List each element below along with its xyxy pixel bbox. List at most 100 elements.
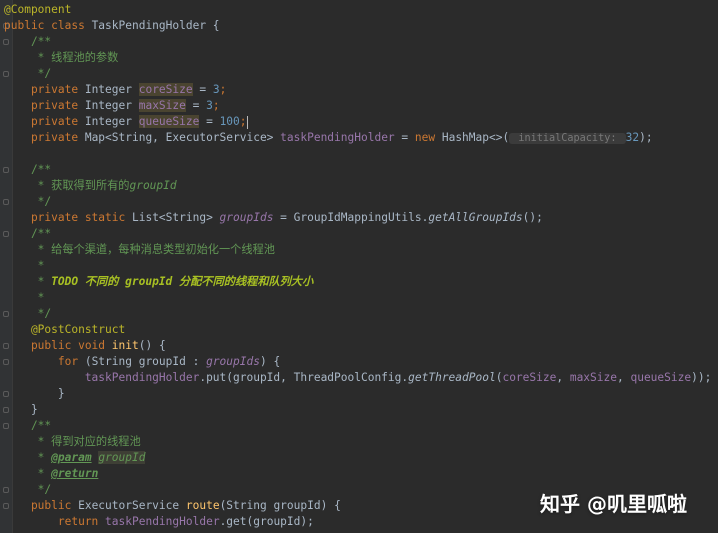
code-token: (String groupId) { [219,499,341,512]
code-token: coreSize [502,371,557,384]
code-token: */ [4,307,52,320]
code-line[interactable]: * @param groupId [4,450,146,466]
code-token: private [4,99,85,112]
code-token: ; [219,83,227,96]
code-token: taskPendingHolder [4,371,200,384]
code-token: @return [51,467,99,480]
code-token: /** [4,35,52,48]
code-line[interactable]: */ [4,194,51,210]
code-token: * 线程池的参数 [4,51,119,64]
code-token: */ [4,195,52,208]
code-token: groupId [98,451,146,464]
code-line[interactable]: public ExecutorService route(String grou… [4,498,341,514]
code-token: @param [51,451,92,464]
code-line[interactable]: * TODO 不同的 groupId 分配不同的线程和队列大小 [4,274,314,290]
code-token: taskPendingHolder [105,515,220,528]
code-line[interactable]: } [4,386,65,402]
code-token: queueSize [630,371,692,384]
code-token: /** [4,227,52,240]
code-token: * [4,275,52,288]
code-token: 32 [625,131,640,144]
code-token: route [185,499,220,512]
code-token: = [394,131,415,144]
code-token: * [4,259,45,272]
code-token: = [185,99,207,112]
code-token: } [4,403,38,416]
code-line[interactable]: * [4,258,45,274]
code-token: ExecutorService [78,499,186,512]
code-token: = [192,83,213,96]
text-caret [246,115,248,129]
code-token: * [4,467,52,480]
code-line[interactable]: * @return [4,466,99,482]
code-token: ; [212,99,220,112]
code-token: /** [4,419,52,432]
code-line[interactable]: * 得到对应的线程池 [4,434,141,450]
code-token: (); [522,211,543,224]
code-token: } [4,387,65,400]
code-token: Integer [84,115,139,128]
code-token: @PostConstruct [4,323,126,336]
code-token: */ [4,483,52,496]
code-line[interactable]: @PostConstruct [4,322,125,338]
code-line[interactable]: /** [4,418,51,434]
code-token: ); [639,131,653,144]
code-line[interactable]: private Map<String, ExecutorService> tas… [4,130,653,146]
code-token: .get(groupId); [219,515,314,528]
code-editor[interactable]: @Component public class TaskPendingHolder… [0,0,718,533]
code-token: public class [4,19,92,32]
code-line[interactable]: * 给每个渠道，每种消息类型初始化一个线程池 [4,242,275,258]
code-token: TODO 不同的 groupId 分配不同的线程和队列大小 [51,275,314,288]
code-token: @Component [4,3,72,16]
code-line[interactable]: */ [4,482,51,498]
code-token: )); [691,371,712,384]
code-token: groupIds [219,211,274,224]
code-token: maxSize [138,99,186,112]
code-token: new [414,131,442,144]
code-line[interactable]: */ [4,306,51,322]
code-token: groupIds [206,355,260,368]
watermark: 知乎 @叽里呱啦 [540,492,687,516]
code-line[interactable]: taskPendingHolder.put(groupId, ThreadPoo… [4,370,712,386]
code-token: (String groupId : [84,355,207,368]
code-token: getThreadPool [408,371,496,384]
code-token: 3 [212,83,220,96]
code-token: coreSize [138,83,193,96]
code-token: Integer [84,99,139,112]
code-token: maxSize [569,371,617,384]
code-line[interactable]: private Integer queueSize = 100; [4,114,248,130]
code-line[interactable]: private Integer maxSize = 3; [4,98,220,114]
code-token: queueSize [138,115,200,128]
code-line[interactable]: public class TaskPendingHolder { [4,18,220,34]
code-line[interactable]: return taskPendingHolder.get(groupId); [4,514,314,530]
code-line[interactable]: private static List<String> groupIds = G… [4,210,543,226]
code-line[interactable]: @Component [4,2,71,18]
code-token: () { [138,339,166,352]
code-token: taskPendingHolder [280,131,395,144]
code-line[interactable]: * 获取得到所有的groupId [4,178,177,194]
code-token: groupId [129,179,177,192]
code-line[interactable]: for (String groupId : groupIds) { [4,354,280,370]
code-line[interactable]: * [4,290,45,306]
code-token: */ [4,67,52,80]
code-line[interactable]: /** [4,34,51,50]
code-line[interactable]: */ [4,66,51,82]
code-token: * 得到对应的线程池 [4,435,141,448]
code-line[interactable]: } [4,402,38,418]
code-token: , [556,371,570,384]
code-token: private [4,115,85,128]
code-line[interactable]: * 线程池的参数 [4,50,119,66]
code-token: 3 [206,99,213,112]
code-token: ; [239,115,247,128]
code-token: for [4,355,85,368]
code-token: * 获取得到所有的 [4,179,130,192]
code-token: * [4,291,45,304]
code-line[interactable]: private Integer coreSize = 3; [4,82,226,98]
code-token: Map<String, ExecutorService> [84,131,281,144]
code-token: Integer [84,83,139,96]
code-token: getAllGroupIds [428,211,523,224]
code-line[interactable]: /** [4,162,51,178]
code-line[interactable]: public void init() { [4,338,166,354]
code-token: = GroupIdMappingUtils. [273,211,429,224]
code-line[interactable]: /** [4,226,51,242]
